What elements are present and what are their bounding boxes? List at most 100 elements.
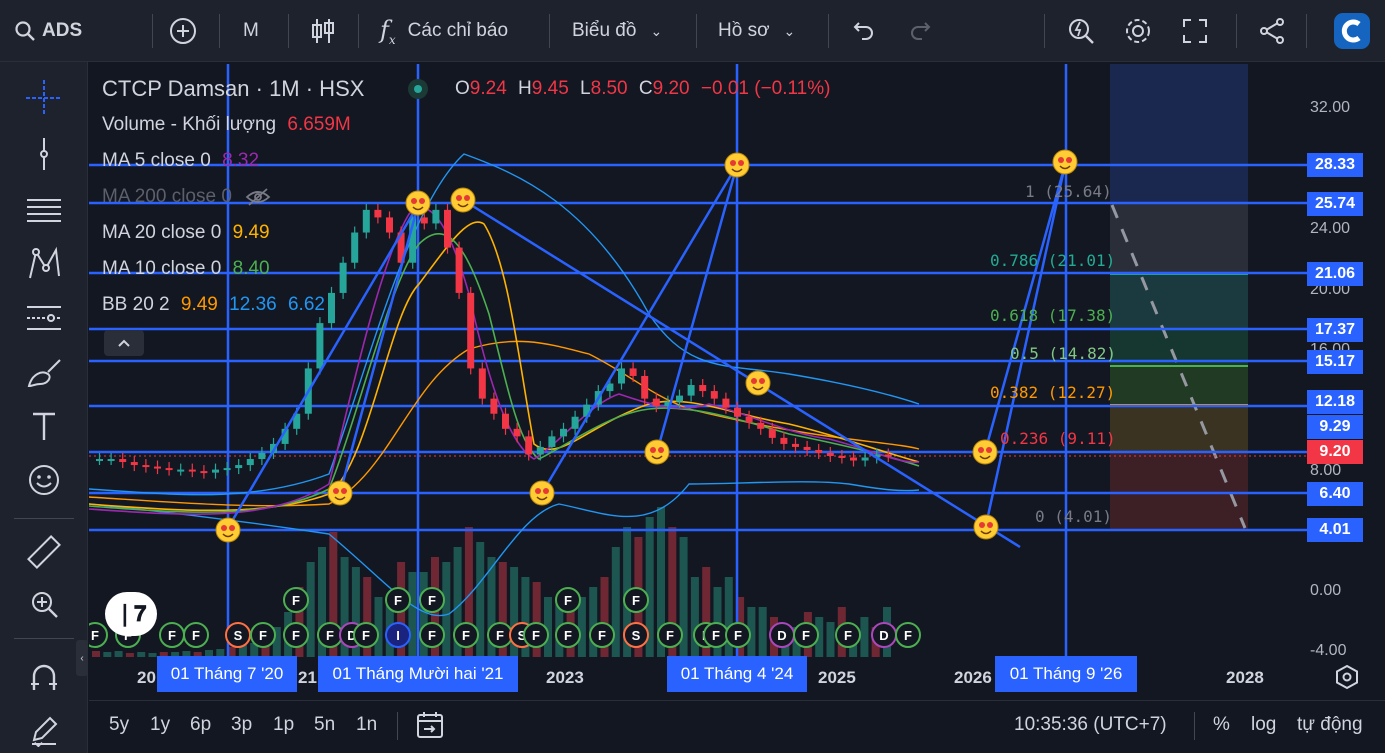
symbol-search-button[interactable]: ADS (14, 12, 82, 50)
auto-scale-toggle[interactable]: tự động (1297, 714, 1363, 736)
trend-line-tool[interactable] (22, 134, 66, 174)
emoji-eye (229, 525, 235, 531)
emoji-marker (644, 439, 670, 465)
redo-icon (911, 22, 931, 40)
collapse-legend-button[interactable] (104, 330, 144, 356)
undo-icon (853, 22, 873, 40)
event-marker-label: F (904, 628, 912, 643)
range-1m[interactable]: 1p (273, 714, 294, 736)
candle-body (652, 398, 660, 407)
candle-body (212, 469, 219, 473)
ma10-legend[interactable]: MA 10 close 0 8.40 (102, 258, 270, 280)
price-label: 4.01 (1307, 518, 1363, 542)
candle-body (884, 454, 892, 457)
candle-body (107, 459, 115, 462)
candle-body (478, 368, 486, 399)
tradingview-logo[interactable]: ❘𝟕 (105, 592, 157, 636)
indicators-button[interactable]: fx Các chỉ báo (380, 12, 508, 50)
emoji-eye (650, 447, 656, 453)
volume-legend[interactable]: Volume - Khối lượng 6.659M (102, 114, 351, 136)
low-value: 8.50 (590, 78, 628, 99)
emoji-eye (333, 488, 339, 494)
undo-button[interactable] (850, 12, 876, 50)
interval-label: M (243, 20, 259, 41)
settings-button[interactable] (1123, 12, 1153, 50)
ruler-tool[interactable] (22, 532, 66, 572)
price-chart[interactable]: FFFFSFFFDFIFFFSFFFSFFFFDFFDFFFFFF (89, 64, 1385, 658)
emoji-eye (986, 447, 992, 453)
zoom-tool[interactable] (22, 584, 66, 624)
candle-body (676, 395, 683, 402)
candle-body (96, 459, 103, 462)
x-tick: 2028 (1226, 668, 1264, 687)
forecast-icon (27, 306, 61, 330)
percent-scale-toggle[interactable]: % (1213, 714, 1230, 736)
range-3m[interactable]: 3p (231, 714, 252, 736)
candle-body (362, 209, 370, 233)
candle-body (177, 469, 185, 472)
timezone-clock[interactable]: 10:35:36 (UTC+7) (1014, 714, 1167, 736)
bb-basis-value: 9.49 (180, 294, 218, 315)
candle-body (803, 446, 811, 450)
emoji-marker (405, 190, 431, 216)
goto-date-button[interactable] (415, 710, 445, 745)
ma200-legend[interactable]: MA 200 close 0 (102, 186, 271, 208)
emoji-eye (1066, 157, 1072, 163)
candle-body (745, 416, 753, 423)
ma5-legend[interactable]: MA 5 close 0 8.32 (102, 150, 259, 172)
zoom-in-icon (32, 592, 58, 618)
candle-body (768, 428, 776, 438)
fullscreen-button[interactable] (1181, 12, 1209, 50)
candle-body (571, 416, 579, 429)
share-button[interactable] (1258, 12, 1286, 50)
brand-logo[interactable] (1334, 12, 1370, 50)
text-tool[interactable] (22, 406, 66, 446)
price-label: 12.18 (1307, 390, 1363, 414)
chart-pane[interactable]: FFFFSFFFDFIFFFSFFFSFFFFDFFDFFFFFF (89, 64, 1385, 658)
fib-zone (1110, 405, 1248, 452)
volume-bar (148, 653, 157, 657)
collapse-toolbar-button[interactable]: ‹ (76, 640, 88, 676)
range-1y[interactable]: 1y (150, 714, 170, 736)
fib-tool[interactable] (22, 190, 66, 230)
quick-search-button[interactable] (1066, 12, 1096, 50)
range-5y[interactable]: 5y (109, 714, 129, 736)
fib-level-label: 0.786 (21.01) (990, 251, 1116, 270)
emoji-eye (543, 488, 549, 494)
forecast-tool[interactable] (22, 298, 66, 338)
magnet-tool[interactable] (22, 658, 66, 698)
compare-add-button[interactable] (168, 12, 198, 50)
brush-tool[interactable] (22, 354, 66, 394)
range-5d[interactable]: 5n (314, 714, 335, 736)
chart-type-dropdown[interactable]: Biểu đồ ⌄ (572, 12, 662, 50)
calendar-goto-icon (417, 712, 443, 738)
emoji-tool[interactable] (22, 460, 66, 500)
pattern-tool[interactable] (22, 244, 66, 284)
y-tick: -4.00 (1310, 642, 1347, 659)
ma10-label: MA 10 close 0 (102, 258, 222, 279)
emoji-marker (724, 152, 750, 178)
chevron-down-icon: ⌄ (783, 22, 796, 39)
price-label: 25.74 (1307, 192, 1363, 216)
candle-body (502, 413, 509, 429)
ma20-value: 9.49 (232, 222, 270, 243)
axis-settings-button[interactable] (1334, 664, 1360, 695)
bb-legend[interactable]: BB 20 2 9.49 12.36 6.62 (102, 294, 325, 316)
crosshair-tool[interactable] (22, 78, 66, 118)
ma20-legend[interactable]: MA 20 close 0 9.49 (102, 222, 270, 244)
interval-button[interactable]: M (243, 12, 259, 50)
candle-body (467, 292, 475, 369)
log-scale-toggle[interactable]: log (1251, 714, 1276, 736)
redo-button[interactable] (908, 12, 934, 50)
close-label: C (638, 78, 653, 99)
volume-label: Volume - Khối lượng (102, 114, 277, 135)
gear-icon (1126, 19, 1150, 43)
profile-dropdown[interactable]: Hồ sơ ⌄ (718, 12, 795, 50)
range-1d[interactable]: 1n (356, 714, 377, 736)
range-6m[interactable]: 6p (190, 714, 211, 736)
chevron-down-icon[interactable]: ⌄ (30, 728, 47, 753)
event-marker-label: F (564, 628, 572, 643)
hidden-eye-icon[interactable] (245, 187, 271, 207)
chart-style-button[interactable] (310, 12, 336, 50)
candle-body (792, 443, 799, 447)
